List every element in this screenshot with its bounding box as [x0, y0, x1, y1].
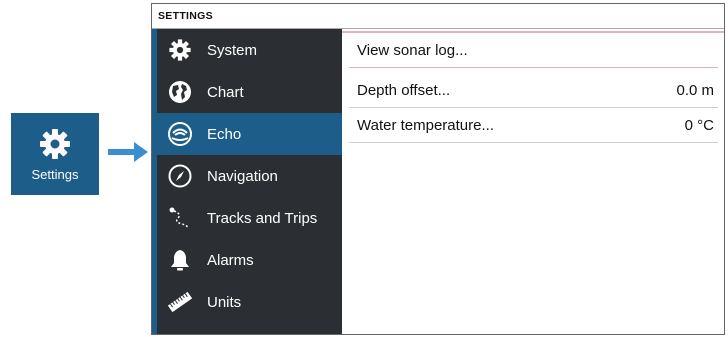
settings-sidebar: System Chart Echo Navigation Tracks and …: [152, 29, 342, 334]
panel-title: SETTINGS: [152, 4, 724, 29]
gear-icon: [167, 37, 193, 63]
settings-panel: SETTINGS System Chart Echo Navigation Tr…: [151, 3, 725, 335]
sidebar-item-units[interactable]: Units: [157, 281, 342, 323]
sonar-icon: [167, 121, 193, 147]
row-value: 0.0 m: [676, 82, 714, 99]
row-label: Water temperature...: [357, 117, 494, 134]
sidebar-item-label: Units: [207, 293, 242, 311]
sidebar-item-navigation[interactable]: Navigation: [157, 155, 342, 197]
sidebar-item-chart[interactable]: Chart: [157, 71, 342, 113]
sidebar-item-label: Tracks and Trips: [207, 209, 318, 227]
row-value: 0 °C: [684, 117, 714, 134]
sidebar-item-label: Navigation: [207, 167, 278, 185]
settings-launcher-tile[interactable]: Settings: [11, 113, 99, 195]
sidebar-item-label: Alarms: [207, 251, 254, 269]
bell-icon: [167, 247, 193, 273]
selection-highlight-line: [342, 31, 724, 33]
view-sonar-log-row[interactable]: View sonar log...: [349, 34, 718, 68]
sidebar-item-alarms[interactable]: Alarms: [157, 239, 342, 281]
row-label: View sonar log...: [357, 42, 468, 59]
row-label: Depth offset...: [357, 82, 451, 99]
globe-icon: [167, 79, 193, 105]
sidebar-item-system[interactable]: System: [157, 29, 342, 71]
sidebar-item-label: Echo: [207, 125, 242, 143]
sidebar-item-echo[interactable]: Echo: [157, 113, 342, 155]
arrow-right-icon: [108, 142, 148, 162]
settings-content: View sonar log... Depth offset... 0.0 m …: [342, 29, 724, 334]
track-icon: [167, 205, 193, 231]
sidebar-item-tracks-and-trips[interactable]: Tracks and Trips: [157, 197, 342, 239]
water-temperature-row[interactable]: Water temperature... 0 °C: [349, 109, 718, 143]
ruler-icon: [167, 289, 193, 315]
gear-icon: [40, 129, 70, 159]
depth-offset-row[interactable]: Depth offset... 0.0 m: [349, 74, 718, 108]
sidebar-item-label: Chart: [207, 83, 244, 101]
compass-icon: [167, 163, 193, 189]
settings-launcher-label: Settings: [31, 167, 79, 182]
sidebar-item-label: System: [207, 41, 258, 59]
